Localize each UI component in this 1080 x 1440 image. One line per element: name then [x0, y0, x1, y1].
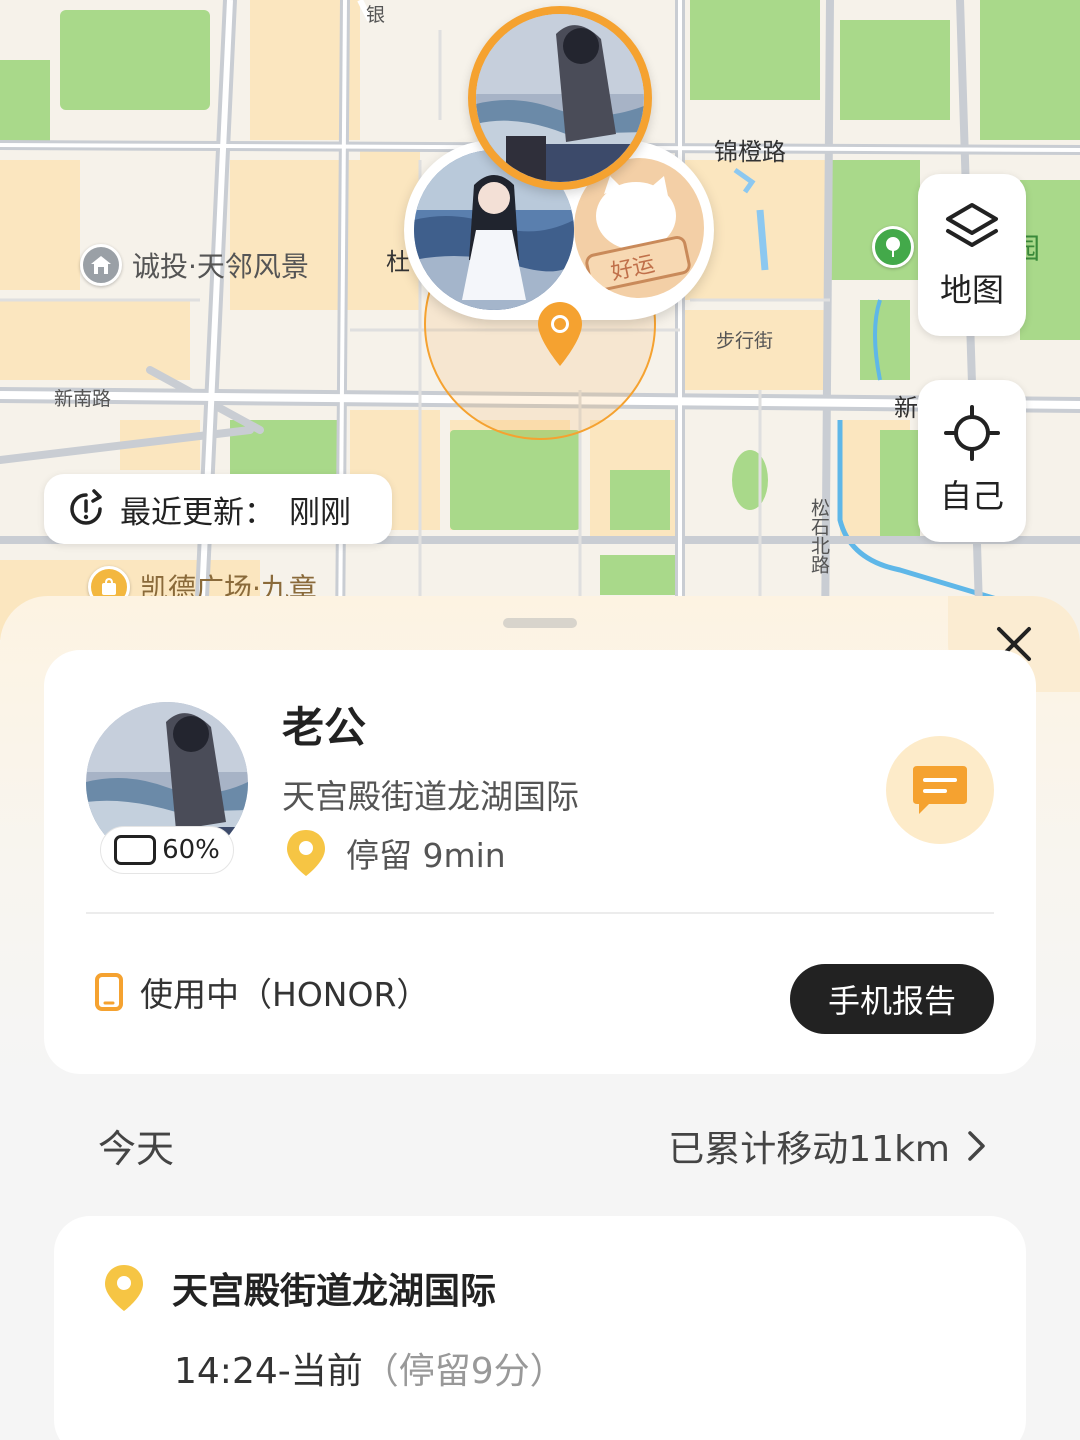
- today-summary-row[interactable]: 今天 已累计移动11km: [98, 1118, 988, 1173]
- timeline-time-range: 14:24-当前: [174, 1351, 363, 1392]
- husband-avatar-pin[interactable]: [468, 6, 652, 190]
- locate-self-label: 自己: [939, 477, 1004, 515]
- sheet-drag-handle[interactable]: [503, 618, 577, 628]
- contact-detail-sheet: 60% 老公 天宫殿街道龙湖国际 停留 9min 使用中（HONOR） 手机报告…: [0, 596, 1080, 1440]
- map-view[interactable]: 锦橙路 步行街 新南路 杜 新 松石北路 银 诚投·天邻风景 凯德广场·九章 公…: [0, 0, 1080, 640]
- battery-icon: [114, 835, 157, 865]
- layers-icon: [946, 203, 998, 247]
- location-pin-icon: [105, 1265, 143, 1311]
- road-label-buxingjie: 步行街: [716, 330, 774, 352]
- last-update-pill: 最近更新： 刚刚: [44, 474, 392, 544]
- map-layer-label: 地图: [939, 271, 1004, 309]
- home-poi-icon: [80, 244, 122, 286]
- clock-refresh-icon: [70, 489, 102, 525]
- road-label-xinnan: 新南路: [54, 388, 112, 410]
- poi-chengtou[interactable]: 诚投·天邻风景: [80, 244, 309, 286]
- card-divider: [86, 912, 994, 914]
- current-location-marker: [538, 302, 582, 366]
- timeline-place-name: 天宫殿街道龙湖国际: [172, 1271, 497, 1312]
- timeline-place-row: 天宫殿街道龙湖国际: [102, 1262, 496, 1314]
- message-button[interactable]: [886, 736, 994, 844]
- location-pin-icon: [287, 830, 325, 876]
- road-label-jincheng: 锦橙路: [714, 138, 786, 166]
- device-status: 使用中（HONOR）: [140, 975, 430, 1014]
- chevron-right-icon: [968, 1130, 985, 1161]
- last-update-label: 最近更新：: [120, 494, 275, 531]
- contact-card: 60% 老公 天宫殿街道龙湖国际 停留 9min 使用中（HONOR） 手机报告: [44, 650, 1036, 1074]
- phone-report-button[interactable]: 手机报告: [790, 964, 994, 1034]
- distance-summary-text: 已累计移动11km: [668, 1128, 950, 1170]
- road-label-yin: 银: [366, 4, 386, 26]
- device-status-row: 使用中（HONOR）: [94, 968, 429, 1016]
- road-label-xin: 新: [894, 394, 918, 422]
- message-icon: [913, 766, 967, 814]
- contact-address: 天宫殿街道龙湖国际: [282, 777, 579, 816]
- map-layer-button[interactable]: 地图: [918, 174, 1026, 336]
- stay-duration-row: 停留 9min: [284, 828, 506, 878]
- battery-badge: 60%: [100, 826, 234, 874]
- timeline-item[interactable]: 天宫殿街道龙湖国际 14:24-当前（停留9分）: [54, 1216, 1026, 1440]
- timeline-stay: （停留9分）: [362, 1351, 566, 1392]
- phone-icon: [95, 973, 123, 1011]
- locate-self-button[interactable]: 自己: [918, 380, 1026, 542]
- distance-summary[interactable]: 已累计移动11km: [668, 1120, 988, 1172]
- tree-poi-icon: [872, 226, 914, 268]
- poi-chengtou-label: 诚投·天邻风景: [132, 250, 309, 283]
- last-update-value: 刚刚: [289, 494, 351, 531]
- battery-percent: 60%: [162, 835, 220, 865]
- timeline-time: 14:24-当前（停留9分）: [174, 1342, 566, 1394]
- husband-avatar: [476, 14, 644, 182]
- stay-duration: 停留 9min: [346, 836, 506, 875]
- road-label-songshi: 松石北路: [808, 498, 830, 574]
- locate-icon: [944, 405, 1000, 461]
- today-label: 今天: [98, 1127, 175, 1171]
- contact-name: 老公: [282, 703, 367, 752]
